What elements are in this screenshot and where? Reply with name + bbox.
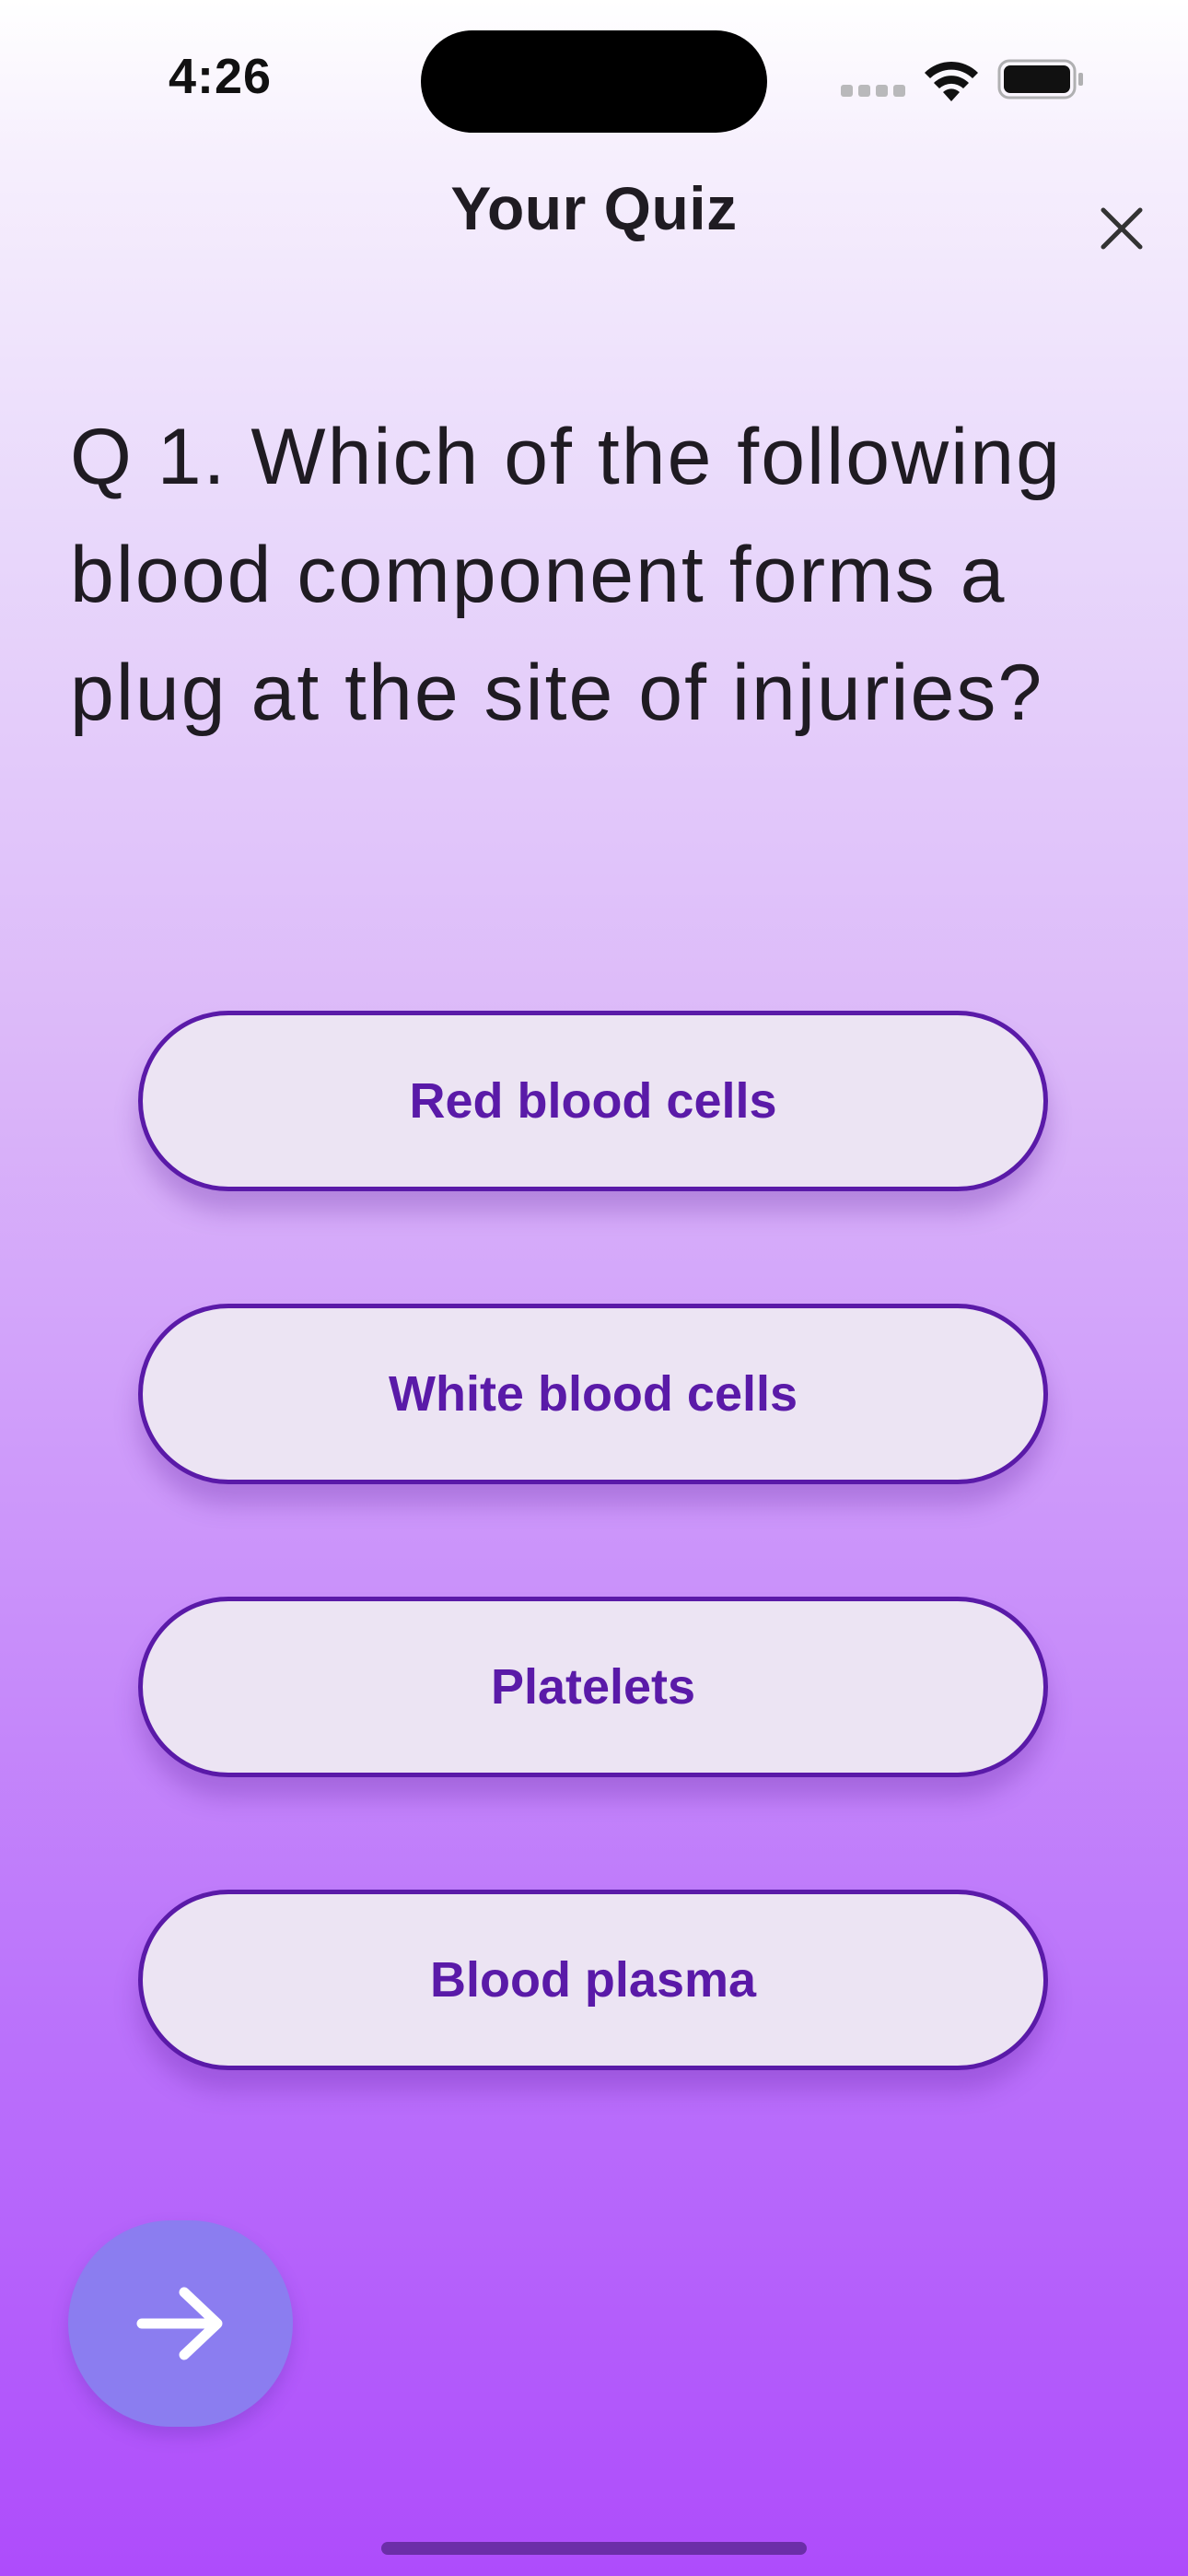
home-indicator (381, 2542, 807, 2555)
answer-option-label: Red blood cells (409, 1073, 777, 1129)
battery-icon (997, 59, 1083, 100)
answer-option-red-blood-cells[interactable]: Red blood cells (138, 1011, 1048, 1191)
answer-option-platelets[interactable]: Platelets (138, 1597, 1048, 1777)
page-title: Your Quiz (450, 174, 738, 242)
answer-option-white-blood-cells[interactable]: White blood cells (138, 1304, 1048, 1484)
answer-option-label: Platelets (490, 1659, 696, 1715)
next-button[interactable] (68, 2220, 293, 2427)
close-icon[interactable] (1096, 203, 1147, 254)
cellular-signal-icon (841, 85, 905, 100)
dynamic-island (421, 30, 767, 133)
answer-option-label: White blood cells (388, 1366, 798, 1422)
answer-option-label: Blood plasma (429, 1952, 757, 2008)
question-text: Q 1. Which of the following blood compon… (70, 413, 1062, 737)
status-time: 4:26 (169, 49, 273, 104)
status-bar: 4:26 (0, 0, 1188, 147)
arrow-right-icon (136, 2287, 223, 2360)
wifi-icon (925, 61, 978, 101)
answer-option-blood-plasma[interactable]: Blood plasma (138, 1890, 1048, 2070)
